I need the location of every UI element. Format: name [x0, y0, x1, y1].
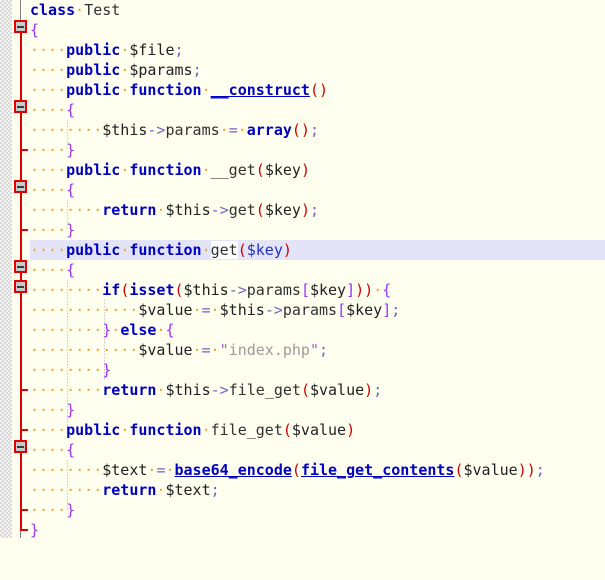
code-line-21[interactable]: ····}	[0, 400, 605, 420]
scope-end-tick-line-8	[20, 149, 28, 151]
fold-toggle-line-6[interactable]	[14, 100, 27, 113]
code-line-9[interactable]: ····public·function·__get($key)	[0, 160, 605, 180]
code-line-4[interactable]: ····public·$params;	[0, 60, 605, 80]
fold-toggle-line-15[interactable]	[14, 280, 27, 293]
code-line-9-text: ····public·function·__get($key)	[30, 161, 310, 179]
code-line-3-text: ····public·$file;	[30, 41, 184, 59]
fold-toggle-line-23[interactable]	[14, 440, 27, 453]
code-line-13-current[interactable]: ····public·function·get($key)	[0, 240, 605, 260]
code-line-7[interactable]: ········$this->params·=·array();	[0, 120, 605, 140]
code-line-24[interactable]: ········$text·=·base64_encode(file_get_c…	[0, 460, 605, 480]
code-line-10-text: ····{	[30, 181, 76, 199]
code-line-26[interactable]: ····}	[0, 500, 605, 520]
code-line-14-text: ····{	[30, 261, 76, 279]
code-line-13-text: ····public·function·get($key)	[30, 241, 292, 259]
code-line-8-text: ····}	[30, 141, 76, 159]
code-line-10[interactable]: ····{	[0, 180, 605, 200]
scope-end-tick-line-19	[20, 389, 28, 391]
code-line-17[interactable]: ········}·else·{	[0, 320, 605, 340]
fold-toggle-line-2[interactable]	[14, 20, 27, 33]
fold-toggle-line-10[interactable]	[14, 180, 27, 193]
code-line-5-text: ····public·function·__construct()	[30, 81, 329, 99]
code-line-1-text: class·Test	[30, 1, 121, 19]
code-line-12[interactable]: ····}	[0, 220, 605, 240]
code-line-19[interactable]: ········}	[0, 360, 605, 380]
code-editor[interactable]: class·Test { ····public·$file; ····publi…	[0, 0, 605, 540]
code-line-1[interactable]: class·Test	[0, 0, 605, 20]
code-line-4-text: ····public·$params;	[30, 61, 202, 79]
code-line-14[interactable]: ····{	[0, 260, 605, 280]
code-line-20-text: ········return·$this->file_get($value);	[30, 381, 383, 399]
code-line-16-text: ············$value·=·$this->params[$key]…	[30, 301, 401, 319]
code-line-22[interactable]: ····public·function·file_get($value)	[0, 420, 605, 440]
code-line-2[interactable]: {	[0, 20, 605, 40]
code-line-11[interactable]: ········return·$this->get($key);	[0, 200, 605, 220]
code-line-25[interactable]: ········return·$text;	[0, 480, 605, 500]
code-line-23[interactable]: ····{	[0, 440, 605, 460]
code-line-16[interactable]: ············$value·=·$this->params[$key]…	[0, 300, 605, 320]
code-line-24-text: ········$text·=·base64_encode(file_get_c…	[30, 461, 545, 479]
code-line-6[interactable]: ····{	[0, 100, 605, 120]
editor-gutter-strip	[0, 0, 12, 538]
code-line-5[interactable]: ····public·function·__construct()	[0, 80, 605, 100]
code-line-7-text: ········$this->params·=·array();	[30, 121, 319, 139]
code-line-2-text: {	[30, 21, 40, 39]
code-line-6-text: ····{	[30, 101, 76, 119]
code-line-11-text: ········return·$this->get($key);	[30, 201, 319, 219]
scope-stem-top-icon	[20, 0, 21, 20]
code-line-25-text: ········return·$text;	[30, 481, 220, 499]
code-line-27[interactable]: }	[0, 520, 605, 540]
code-line-23-text: ····{	[30, 441, 76, 459]
code-line-3[interactable]: ····public·$file;	[0, 40, 605, 60]
code-line-12-text: ····}	[30, 221, 76, 239]
code-content[interactable]: class·Test { ····public·$file; ····publi…	[0, 0, 605, 540]
scope-end-tick-line-26	[20, 509, 28, 511]
code-line-20[interactable]: ········return·$this->file_get($value);	[0, 380, 605, 400]
code-line-27-text: }	[30, 521, 40, 539]
code-line-8[interactable]: ····}	[0, 140, 605, 160]
code-line-26-text: ····}	[30, 501, 76, 519]
code-line-21-text: ····}	[30, 401, 76, 419]
scope-end-tick-line-12	[20, 229, 28, 231]
scope-end-tick-line-21	[20, 429, 28, 431]
code-line-18[interactable]: ············$value·=·"index.php";	[0, 340, 605, 360]
code-line-15-text: ········if(isset($this->params[$key]))·{	[30, 281, 392, 299]
code-line-17-text: ········}·else·{	[30, 321, 175, 339]
code-line-19-text: ········}	[30, 361, 112, 379]
code-line-18-text: ············$value·=·"index.php";	[30, 341, 329, 359]
code-line-15[interactable]: ········if(isset($this->params[$key]))·{	[0, 280, 605, 300]
code-line-22-text: ····public·function·file_get($value)	[30, 421, 356, 439]
scope-end-tick-line-27	[20, 529, 28, 531]
fold-toggle-line-14[interactable]	[14, 260, 27, 273]
